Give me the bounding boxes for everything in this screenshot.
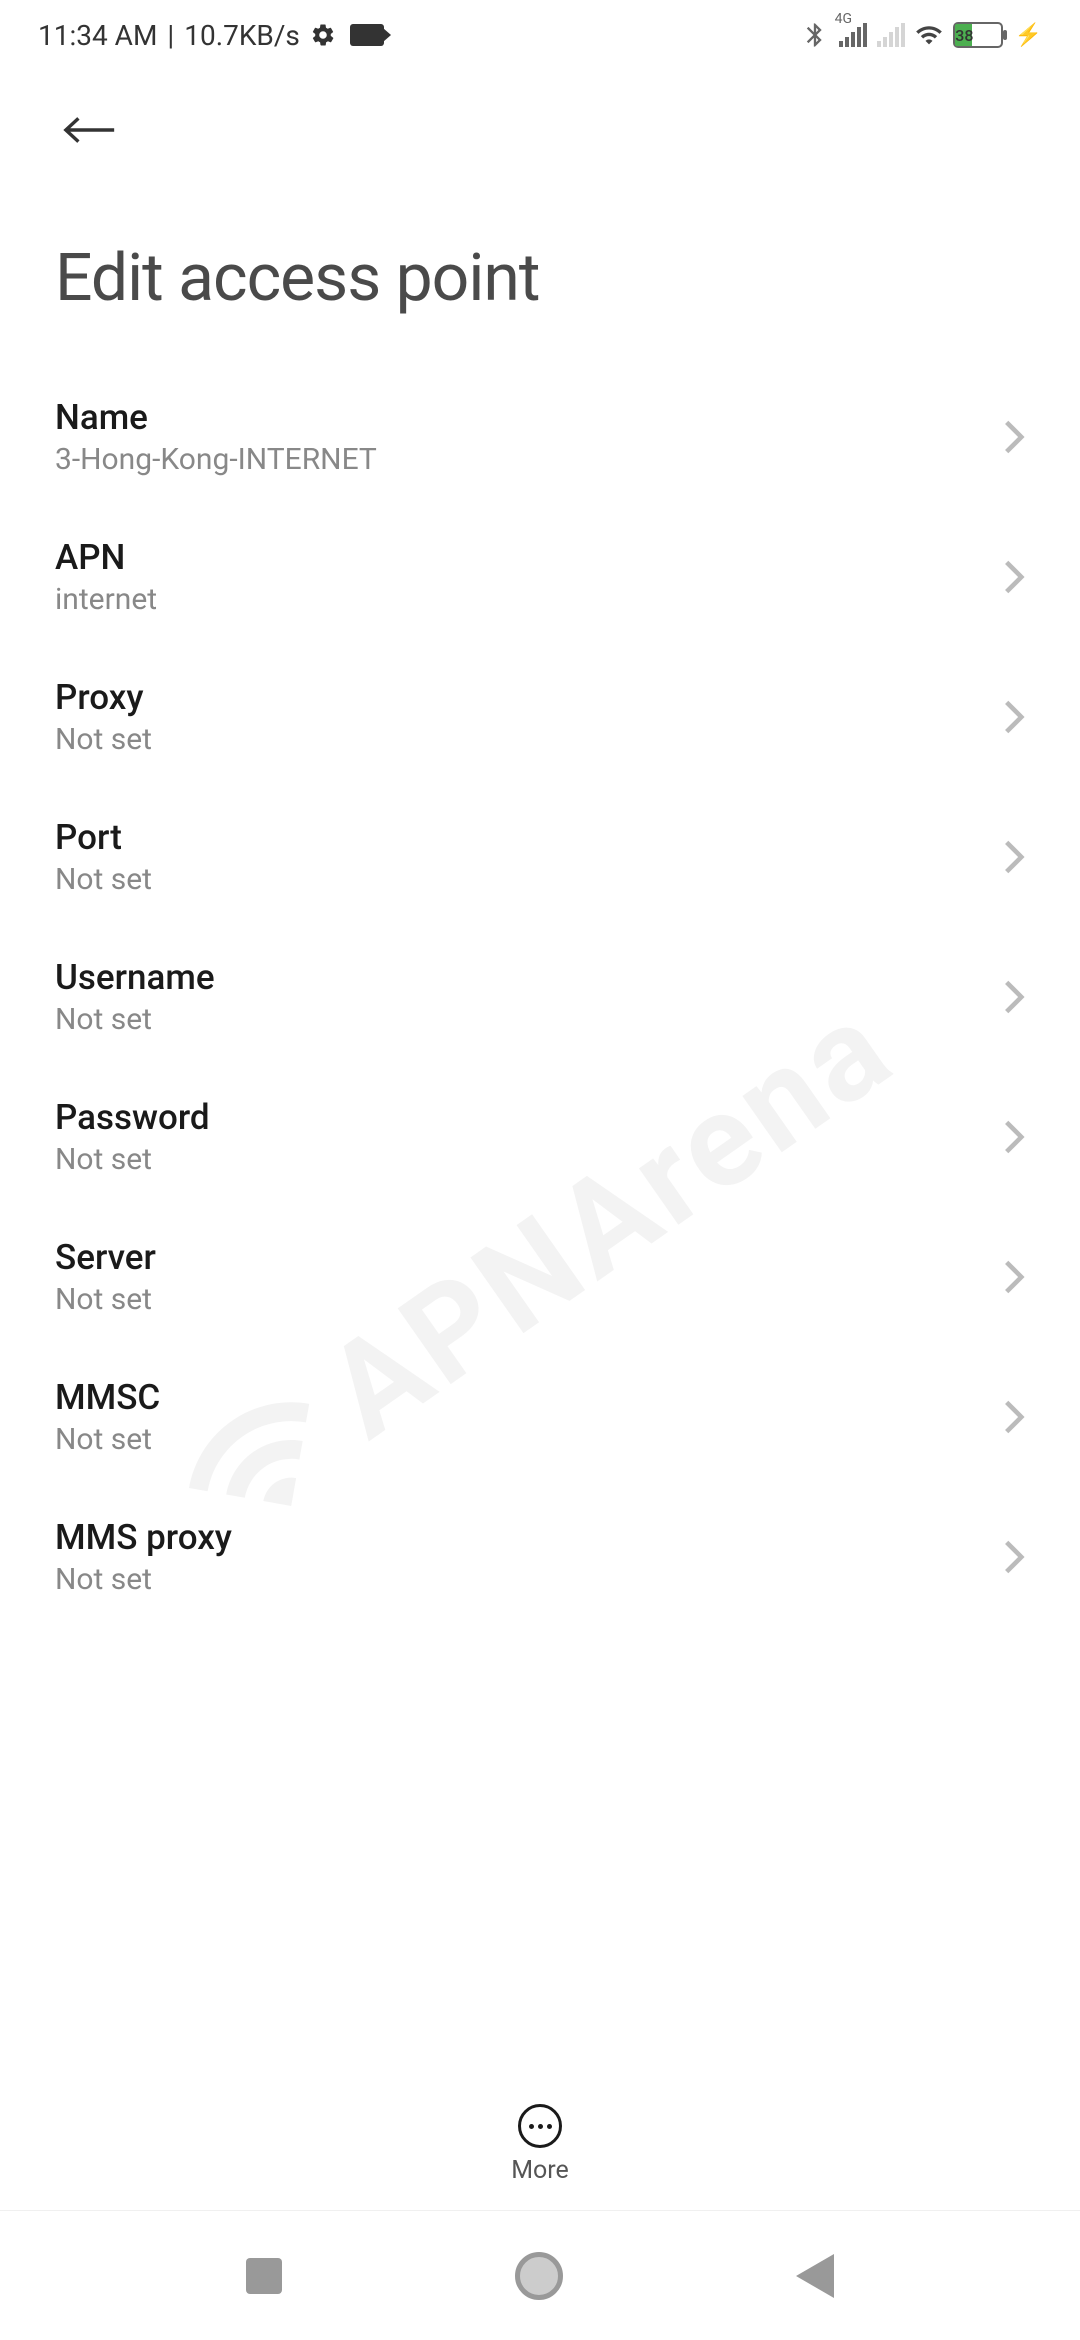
chevron-right-icon [1003,418,1025,456]
chevron-right-icon [1003,1118,1025,1156]
battery-level: 38 [955,24,972,46]
item-value: Not set [55,1142,983,1177]
status-left: 11:34 AM | 10.7KB/s [38,19,384,52]
apn-name-row[interactable]: Name 3-Hong-Kong-INTERNET [0,367,1080,507]
signal-bars-2 [877,23,905,47]
charging-icon: ⚡ [1015,23,1042,48]
camera-icon [350,24,384,46]
mms-proxy-row[interactable]: MMS proxy Not set [0,1487,1080,1627]
status-bar: 11:34 AM | 10.7KB/s 4G 38 ⚡ [0,0,1080,70]
password-row[interactable]: Password Not set [0,1067,1080,1207]
back-arrow-icon [61,110,119,150]
item-label: Proxy [55,677,983,718]
nav-back-button[interactable] [796,2254,834,2298]
bottom-action-bar: More [0,2084,1080,2200]
item-value: Not set [55,862,983,897]
status-right: 4G 38 ⚡ [801,21,1042,49]
nav-home-button[interactable] [515,2252,563,2300]
item-label: Server [55,1237,983,1278]
item-label: MMSC [55,1377,983,1418]
chevron-right-icon [1003,1398,1025,1436]
item-value: 3-Hong-Kong-INTERNET [55,442,983,477]
chevron-right-icon [1003,1258,1025,1296]
more-button[interactable] [518,2104,562,2148]
status-separator: | [167,19,174,52]
server-row[interactable]: Server Not set [0,1207,1080,1347]
chevron-right-icon [1003,978,1025,1016]
page-title: Edit access point [0,170,1080,367]
chevron-right-icon [1003,558,1025,596]
chevron-right-icon [1003,838,1025,876]
header [0,70,1080,170]
bluetooth-icon [801,21,829,49]
item-value: Not set [55,1422,983,1457]
mmsc-row[interactable]: MMSC Not set [0,1347,1080,1487]
chevron-right-icon [1003,1538,1025,1576]
item-label: Port [55,817,983,858]
navigation-bar [0,2210,1080,2340]
item-value: internet [55,582,983,617]
more-label: More [511,2156,569,2185]
item-value: Not set [55,1282,983,1317]
wifi-icon [915,21,943,49]
more-icon [529,2124,552,2129]
item-label: APN [55,537,983,578]
content: Edit access point APNArena Name 3-Hong-K… [0,70,1080,1990]
status-speed: 10.7KB/s [184,19,300,52]
settings-icon [310,22,336,48]
settings-list: Name 3-Hong-Kong-INTERNET APN internet P… [0,367,1080,1627]
signal-bars-1: 4G [839,23,867,47]
battery-icon: 38 [953,22,1003,48]
apn-row[interactable]: APN internet [0,507,1080,647]
proxy-row[interactable]: Proxy Not set [0,647,1080,787]
item-label: MMS proxy [55,1517,983,1558]
item-value: Not set [55,1002,983,1037]
status-time: 11:34 AM [38,19,157,52]
nav-recent-button[interactable] [246,2258,282,2294]
item-value: Not set [55,1562,983,1597]
chevron-right-icon [1003,698,1025,736]
item-label: Password [55,1097,983,1138]
back-button[interactable] [60,100,120,160]
item-label: Username [55,957,983,998]
username-row[interactable]: Username Not set [0,927,1080,1067]
port-row[interactable]: Port Not set [0,787,1080,927]
item-label: Name [55,397,983,438]
item-value: Not set [55,722,983,757]
network-4g-label: 4G [835,11,852,27]
